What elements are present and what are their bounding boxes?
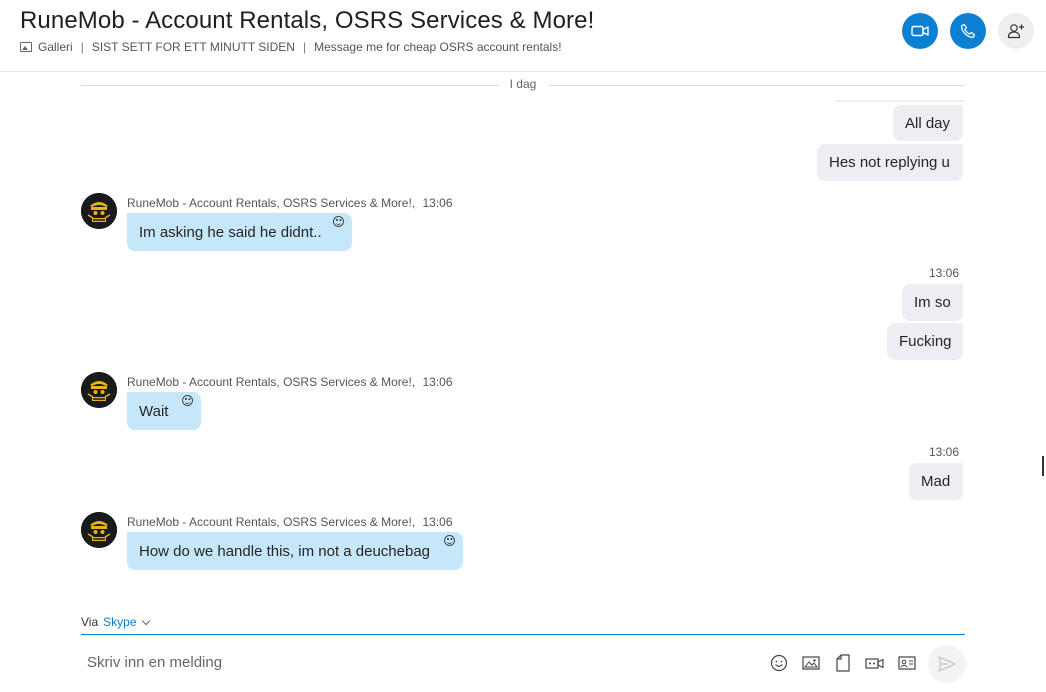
day-divider-label: I dag xyxy=(509,77,537,91)
message-text: Hes not replying u xyxy=(829,154,950,171)
avatar[interactable] xyxy=(81,512,117,548)
message-bubble-outgoing[interactable]: Fucking xyxy=(887,323,963,360)
runemob-logo-icon xyxy=(81,372,117,408)
send-image-button[interactable] xyxy=(800,652,822,674)
chat-header: RuneMob - Account Rentals, OSRS Services… xyxy=(0,0,1046,72)
emoji-icon xyxy=(770,654,788,672)
message-text: Im so xyxy=(914,294,951,311)
send-button[interactable] xyxy=(928,645,966,683)
message-bubble-incoming[interactable]: Wait xyxy=(127,392,201,430)
send-icon xyxy=(938,656,956,672)
message-text: Mad xyxy=(921,473,951,490)
file-icon xyxy=(836,654,850,672)
chevron-down-icon[interactable] xyxy=(141,616,150,625)
add-person-icon xyxy=(1007,24,1024,39)
audio-call-button[interactable] xyxy=(950,13,986,49)
avatar[interactable] xyxy=(81,372,117,408)
via-service-link[interactable]: Skype xyxy=(103,615,136,629)
sender-name[interactable]: RuneMob - Account Rentals, OSRS Services… xyxy=(127,375,415,389)
last-seen-status: SIST SETT FOR ETT MINUTT SIDEN xyxy=(91,40,295,54)
message-text: Im asking he said he didnt.. xyxy=(139,223,322,241)
runemob-logo-icon xyxy=(81,193,117,229)
message-meta: RuneMob - Account Rentals, OSRS Services… xyxy=(127,196,453,210)
send-file-button[interactable] xyxy=(832,652,854,674)
gallery-link[interactable]: Galleri xyxy=(38,40,73,54)
via-label: Via xyxy=(81,615,99,629)
conversation-subline: Galleri | SIST SETT FOR ETT MINUTT SIDEN… xyxy=(20,40,562,54)
message-bubble-outgoing[interactable]: Im so xyxy=(902,284,963,321)
video-message-button[interactable] xyxy=(864,652,886,674)
add-reaction-icon[interactable] xyxy=(182,395,193,406)
separator: | xyxy=(80,40,84,54)
emoji-button[interactable] xyxy=(768,652,790,674)
mood-message: Message me for cheap OSRS account rental… xyxy=(314,40,562,54)
message-text: Wait xyxy=(139,402,169,420)
separator: | xyxy=(302,40,307,54)
runemob-logo-icon xyxy=(81,512,117,548)
send-contact-button[interactable] xyxy=(896,652,918,674)
message-input[interactable] xyxy=(81,643,741,681)
video-message-icon xyxy=(865,658,884,669)
add-reaction-icon[interactable] xyxy=(444,535,455,546)
add-people-button[interactable] xyxy=(998,13,1034,49)
message-bubble-incoming[interactable]: Im asking he said he didnt.. xyxy=(127,213,352,251)
message-bubble-outgoing[interactable]: Hes not replying u xyxy=(817,144,963,181)
divider-line xyxy=(549,85,965,86)
video-call-button[interactable] xyxy=(902,13,938,49)
message-bubble-incoming[interactable]: How do we handle this, im not a deucheba… xyxy=(127,532,463,570)
video-camera-icon xyxy=(911,25,929,37)
message-bubble-outgoing[interactable]: Mad xyxy=(909,463,963,500)
image-icon xyxy=(802,656,820,670)
message-time: 13:06 xyxy=(928,266,959,280)
sender-name[interactable]: RuneMob - Account Rentals, OSRS Services… xyxy=(127,515,415,529)
via-selector[interactable]: Via Skype xyxy=(81,615,150,629)
message-time: 13:06 xyxy=(422,515,453,529)
avatar[interactable] xyxy=(81,193,117,229)
phone-icon xyxy=(960,23,976,39)
message-time: 13:06 xyxy=(422,196,453,210)
conversation-title[interactable]: RuneMob - Account Rentals, OSRS Services… xyxy=(20,7,594,35)
message-time: 13:06 xyxy=(422,375,453,389)
message-text: All day xyxy=(905,114,951,132)
scrollbar-thumb[interactable] xyxy=(1042,456,1044,476)
add-reaction-icon[interactable] xyxy=(333,216,344,227)
message-text: Fucking xyxy=(899,333,952,350)
message-text: How do we handle this, im not a deucheba… xyxy=(139,542,431,560)
day-divider: I dag xyxy=(81,77,965,93)
gallery-icon[interactable] xyxy=(20,42,32,52)
sender-name[interactable]: RuneMob - Account Rentals, OSRS Services… xyxy=(127,196,415,210)
contact-card-icon xyxy=(898,656,916,670)
message-meta: RuneMob - Account Rentals, OSRS Services… xyxy=(127,375,453,389)
message-bubble-outgoing[interactable]: All day xyxy=(893,105,963,141)
previous-message-edge xyxy=(836,100,964,102)
message-time: 13:06 xyxy=(928,445,959,459)
message-meta: RuneMob - Account Rentals, OSRS Services… xyxy=(127,515,453,529)
composer-focus-line xyxy=(81,634,965,635)
